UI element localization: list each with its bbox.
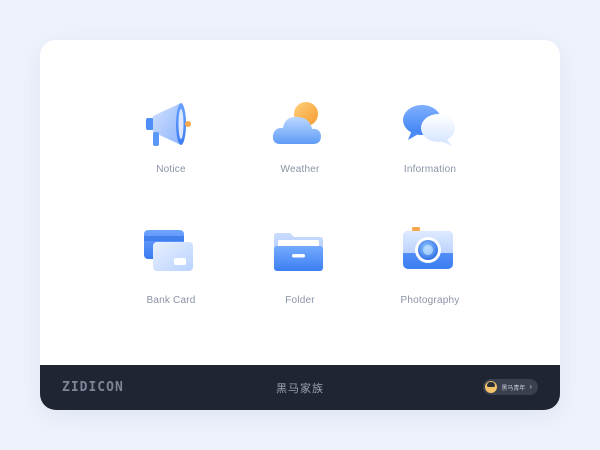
chevron-right-icon: › <box>529 382 532 391</box>
bank-card-icon <box>144 230 193 271</box>
footer-bar: ZIDICON 黑马家族 黑马青年 › <box>40 365 560 410</box>
folder-icon <box>274 233 323 271</box>
icon-label: Notice <box>156 164 186 175</box>
icon-tile-information[interactable]: Information <box>375 96 485 206</box>
icon-label: Folder <box>285 295 315 306</box>
icon-label: Information <box>403 164 457 175</box>
footer-brand-text: 黑马家族 <box>276 382 324 395</box>
icon-label: Weather <box>280 164 320 175</box>
icon-tile-notice[interactable]: Notice <box>116 96 226 206</box>
megaphone-icon <box>146 103 191 146</box>
icon-tile-weather[interactable]: Weather <box>245 96 355 206</box>
icon-label: Photography <box>400 295 460 306</box>
icon-showcase-card: Notice Weather Information Bank Card Fol… <box>40 40 560 410</box>
icon-label: Bank Card <box>146 295 196 306</box>
camera-icon <box>403 227 453 269</box>
profile-button[interactable]: 黑马青年 › <box>483 379 538 395</box>
profile-name: 黑马青年 <box>501 384 526 392</box>
chat-bubbles-icon <box>403 105 455 146</box>
icon-tile-bank-card[interactable]: Bank Card <box>116 226 226 336</box>
icon-tile-folder[interactable]: Folder <box>245 226 355 336</box>
avatar <box>485 381 498 393</box>
sun-cloud-icon <box>272 102 321 144</box>
icon-grid: Notice Weather Information Bank Card Fol… <box>40 40 560 365</box>
icon-tile-photography[interactable]: Photography <box>375 226 485 336</box>
